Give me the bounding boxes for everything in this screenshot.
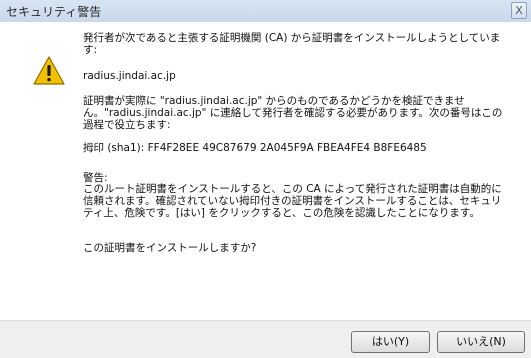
yes-button[interactable]: はい(Y) xyxy=(351,331,430,353)
title-bar[interactable]: セキュリティ警告 X xyxy=(0,0,531,22)
window-title: セキュリティ警告 xyxy=(6,5,102,19)
install-question: この証明書をインストールしますか? xyxy=(83,242,257,254)
dialog-content: 発行者が次であると主張する証明機関 (CA) から証明書をインストールしようとし… xyxy=(0,22,531,320)
thumbprint-text: 拇印 (sha1): FF4F28EE 49C87679 2A045F9A FB… xyxy=(83,142,427,154)
security-warning-dialog: セキュリティ警告 X 発行者が次であると主張する証明機関 (CA) から証明書を… xyxy=(0,0,531,358)
close-icon: X xyxy=(515,4,523,17)
warning-icon xyxy=(33,56,65,85)
warning-body: このルート証明書をインストールすると、この CA によって発行された証明書は自動… xyxy=(83,183,502,219)
no-button[interactable]: いいえ(N) xyxy=(437,331,525,353)
verify-text: 証明書が実際に "radius.jindai.ac.jp" からのものであるかど… xyxy=(83,95,503,131)
host-name: radius.jindai.ac.jp xyxy=(83,70,176,82)
button-bar: はい(Y) いいえ(N) xyxy=(0,320,531,358)
close-button[interactable]: X xyxy=(511,2,527,19)
intro-text: 発行者が次であると主張する証明機関 (CA) から証明書をインストールしようとし… xyxy=(83,32,501,56)
